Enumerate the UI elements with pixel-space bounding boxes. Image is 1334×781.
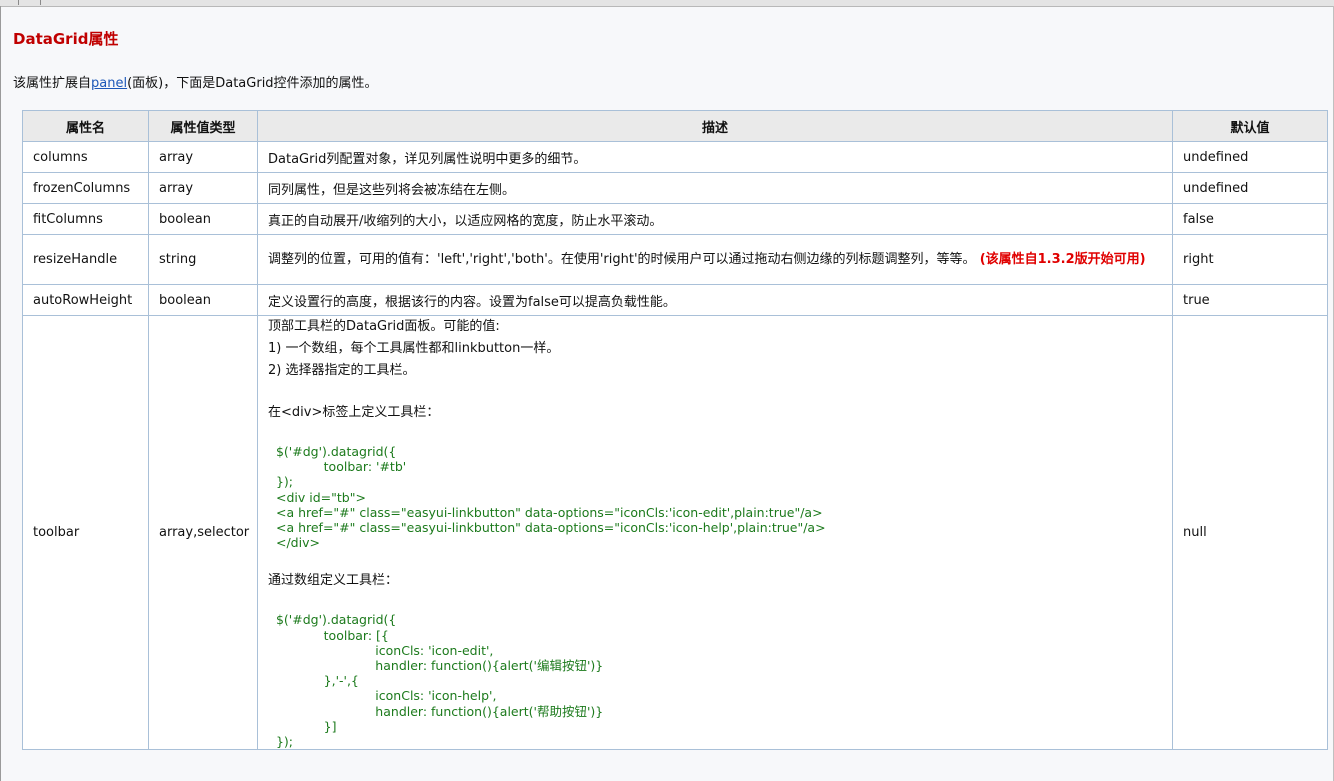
property-type: boolean <box>148 284 258 316</box>
property-name: autoRowHeight <box>22 284 149 316</box>
properties-table: 属性名 属性值类型 描述 默认值 columns array DataGrid列… <box>22 110 1328 751</box>
property-type: string <box>148 234 258 285</box>
property-default: false <box>1172 203 1328 235</box>
property-default: right <box>1172 234 1328 285</box>
column-header-name: 属性名 <box>22 110 149 142</box>
intro-suffix: (面板)，下面是DataGrid控件添加的属性。 <box>127 76 378 91</box>
div-toolbar-heading: 在<div>标签上定义工具栏： <box>268 405 440 420</box>
property-name: columns <box>22 141 149 173</box>
top-bar-tick <box>40 0 41 5</box>
property-name: resizeHandle <box>22 234 149 285</box>
array-toolbar-heading: 通过数组定义工具栏： <box>268 573 399 589</box>
version-note: (该属性自1.3.2版开始可用) <box>979 252 1146 267</box>
property-default: true <box>1172 284 1328 316</box>
property-type: array <box>148 141 258 173</box>
property-description: 定义设置行的高度，根据该行的内容。设置为false可以提高负载性能。 <box>257 284 1173 316</box>
property-default: undefined <box>1172 141 1328 173</box>
window-top-bar <box>0 0 1334 7</box>
frame-left-border <box>0 6 1 781</box>
property-description: 真正的自动展开/收缩列的大小，以适应网格的宽度，防止水平滚动。 <box>257 203 1173 235</box>
table-header-row: 属性名 属性值类型 描述 默认值 <box>22 110 1328 142</box>
top-bar-tick <box>18 0 19 5</box>
table-row: resizeHandle string 调整列的位置，可用的值有：'left',… <box>22 234 1328 285</box>
property-default: undefined <box>1172 172 1328 204</box>
description-line: 2) 选择器指定的工具栏。 <box>268 363 416 378</box>
column-header-description: 描述 <box>257 110 1173 142</box>
description-text: 调整列的位置，可用的值有：'left','right','both'。在使用'r… <box>268 252 976 267</box>
table-row: autoRowHeight boolean 定义设置行的高度，根据该行的内容。设… <box>22 284 1328 316</box>
table-row: fitColumns boolean 真正的自动展开/收缩列的大小，以适应网格的… <box>22 203 1328 235</box>
intro-prefix: 该属性扩展自 <box>13 76 92 91</box>
property-description: DataGrid列配置对象，详见列属性说明中更多的细节。 <box>257 141 1173 173</box>
page-title: DataGrid属性 <box>13 30 119 48</box>
property-type: array <box>148 172 258 204</box>
property-name: fitColumns <box>22 203 149 235</box>
code-sample-array: $('#dg').datagrid({ toolbar: [{ iconCls:… <box>275 612 604 750</box>
property-name: frozenColumns <box>22 172 149 204</box>
property-type: array,selector <box>148 314 258 751</box>
panel-link[interactable]: panel <box>91 76 127 91</box>
column-header-default: 默认值 <box>1172 110 1328 142</box>
table-row: columns array DataGrid列配置对象，详见列属性说明中更多的细… <box>22 141 1328 173</box>
description-line: 顶部工具栏的DataGrid面板。可能的值: <box>268 319 500 334</box>
table-row: toolbar array,selector 顶部工具栏的DataGrid面板。… <box>22 314 1328 751</box>
column-header-type: 属性值类型 <box>148 110 258 142</box>
property-description: 同列属性，但是这些列将会被冻结在左侧。 <box>257 172 1173 204</box>
property-description: 调整列的位置，可用的值有：'left','right','both'。在使用'r… <box>257 234 1173 285</box>
property-default: null <box>1172 314 1328 751</box>
description-line: 1) 一个数组，每个工具属性都和linkbutton一样。 <box>268 341 560 356</box>
code-sample-div: $('#dg').datagrid({ toolbar: '#tb' }); <… <box>275 444 826 551</box>
table-row: frozenColumns array 同列属性，但是这些列将会被冻结在左侧。 … <box>22 172 1328 204</box>
property-name: toolbar <box>22 314 149 751</box>
property-description: 顶部工具栏的DataGrid面板。可能的值: 1) 一个数组，每个工具属性都和l… <box>257 314 1173 751</box>
property-type: boolean <box>148 203 258 235</box>
intro-text: 该属性扩展自panel(面板)，下面是DataGrid控件添加的属性。 <box>13 72 378 91</box>
